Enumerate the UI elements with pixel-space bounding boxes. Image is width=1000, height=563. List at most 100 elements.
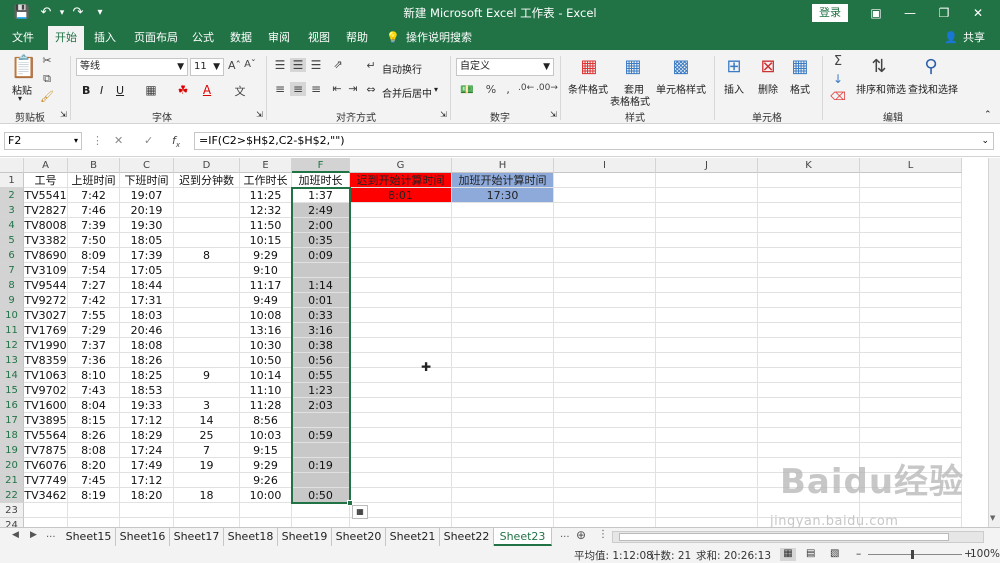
cell[interactable]: [554, 428, 656, 443]
cell[interactable]: [860, 458, 962, 473]
cell[interactable]: 10:50: [240, 353, 292, 368]
sort-filter-icon[interactable]: ⇅: [866, 54, 892, 80]
cell[interactable]: [758, 323, 860, 338]
cell[interactable]: [860, 353, 962, 368]
cell[interactable]: 0:59: [292, 428, 350, 443]
cell[interactable]: 10:03: [240, 428, 292, 443]
cell[interactable]: [452, 338, 554, 353]
cell[interactable]: [758, 338, 860, 353]
cell[interactable]: [554, 503, 656, 518]
zoom-slider[interactable]: [868, 554, 962, 555]
cell[interactable]: [174, 383, 240, 398]
cell[interactable]: 10:00: [240, 488, 292, 503]
sheet-tab[interactable]: Sheet17: [170, 528, 224, 546]
underline-button[interactable]: U: [116, 84, 124, 97]
row-header[interactable]: 21: [0, 473, 24, 488]
clear-icon[interactable]: ⌫: [830, 90, 846, 103]
sheet-tab[interactable]: Sheet20: [332, 528, 386, 546]
cell[interactable]: [292, 443, 350, 458]
cell[interactable]: [758, 503, 860, 518]
cell[interactable]: [656, 323, 758, 338]
zoom-out-icon[interactable]: –: [856, 548, 861, 560]
cell[interactable]: 加班时长: [292, 173, 350, 188]
cell[interactable]: 2:00: [292, 218, 350, 233]
cell[interactable]: [452, 278, 554, 293]
horizontal-scrollbar[interactable]: [612, 531, 984, 543]
cell[interactable]: 17:49: [120, 458, 174, 473]
phonetic-icon[interactable]: 文: [232, 83, 248, 99]
cell[interactable]: 10:15: [240, 233, 292, 248]
cell[interactable]: [350, 443, 452, 458]
new-sheet-icon[interactable]: ⊕: [576, 528, 586, 542]
cell[interactable]: [860, 488, 962, 503]
cell[interactable]: 7:27: [68, 278, 120, 293]
align-right-icon[interactable]: ≡: [308, 82, 324, 96]
sheet-prev-icon[interactable]: ◀: [12, 530, 19, 540]
tell-me-search[interactable]: 操作说明搜索: [404, 26, 474, 50]
sheet-tab-active[interactable]: Sheet23: [494, 528, 552, 546]
cell[interactable]: TV5564: [24, 428, 68, 443]
tab-file[interactable]: 文件: [6, 26, 40, 50]
format-cells-icon[interactable]: ▦: [788, 54, 812, 80]
cell[interactable]: [860, 518, 962, 527]
cell[interactable]: [656, 203, 758, 218]
cell[interactable]: [656, 368, 758, 383]
cell[interactable]: [860, 233, 962, 248]
cell[interactable]: 0:56: [292, 353, 350, 368]
cell[interactable]: 11:28: [240, 398, 292, 413]
cell[interactable]: 7:45: [68, 473, 120, 488]
cell[interactable]: [554, 443, 656, 458]
sheet-tab[interactable]: Sheet16: [116, 528, 170, 546]
cell[interactable]: 9:49: [240, 293, 292, 308]
cell[interactable]: [350, 413, 452, 428]
cell[interactable]: TV9272: [24, 293, 68, 308]
clipboard-launcher-icon[interactable]: ⇲: [60, 110, 67, 119]
cell[interactable]: [174, 353, 240, 368]
tab-help[interactable]: 帮助: [340, 26, 374, 50]
cell[interactable]: [452, 368, 554, 383]
cell[interactable]: 迟到分钟数: [174, 173, 240, 188]
column-header[interactable]: G: [350, 158, 452, 173]
cell[interactable]: [174, 518, 240, 527]
sheet-next-icon[interactable]: ▶: [30, 530, 37, 540]
close-icon[interactable]: ✕: [968, 3, 988, 23]
autosum-icon[interactable]: Σ: [830, 54, 846, 69]
tab-insert[interactable]: 插入: [88, 26, 122, 50]
cell[interactable]: [758, 458, 860, 473]
cell[interactable]: [554, 488, 656, 503]
cell[interactable]: [758, 248, 860, 263]
row-header[interactable]: 5: [0, 233, 24, 248]
cell[interactable]: [350, 338, 452, 353]
cell[interactable]: [860, 218, 962, 233]
cell[interactable]: TV5541: [24, 188, 68, 203]
fill-color-icon[interactable]: ☘: [176, 83, 190, 97]
cell[interactable]: [350, 218, 452, 233]
cell[interactable]: [656, 383, 758, 398]
cell[interactable]: 8:10: [68, 368, 120, 383]
cell[interactable]: [174, 278, 240, 293]
percent-icon[interactable]: %: [484, 83, 498, 96]
tab-page-layout[interactable]: 页面布局: [128, 26, 184, 50]
row-header[interactable]: 19: [0, 443, 24, 458]
cell[interactable]: [350, 353, 452, 368]
cell[interactable]: 17:30: [452, 188, 554, 203]
row-header[interactable]: 12: [0, 338, 24, 353]
cell[interactable]: [554, 293, 656, 308]
cell[interactable]: [758, 443, 860, 458]
cell[interactable]: [656, 293, 758, 308]
wrap-text-button[interactable]: 自动换行: [382, 61, 422, 76]
cell[interactable]: [758, 293, 860, 308]
cell[interactable]: [758, 383, 860, 398]
cell[interactable]: 13:16: [240, 323, 292, 338]
column-header[interactable]: L: [860, 158, 962, 173]
merge-center-icon[interactable]: ⇔: [364, 83, 378, 96]
cell[interactable]: [68, 503, 120, 518]
cell[interactable]: 工作时长: [240, 173, 292, 188]
row-header[interactable]: 15: [0, 383, 24, 398]
cell[interactable]: [656, 518, 758, 527]
sheet-more-right[interactable]: ...: [560, 529, 570, 540]
cell[interactable]: TV7749: [24, 473, 68, 488]
align-bottom-icon[interactable]: ☰: [308, 58, 324, 72]
cell[interactable]: TV3382: [24, 233, 68, 248]
cell[interactable]: [452, 263, 554, 278]
